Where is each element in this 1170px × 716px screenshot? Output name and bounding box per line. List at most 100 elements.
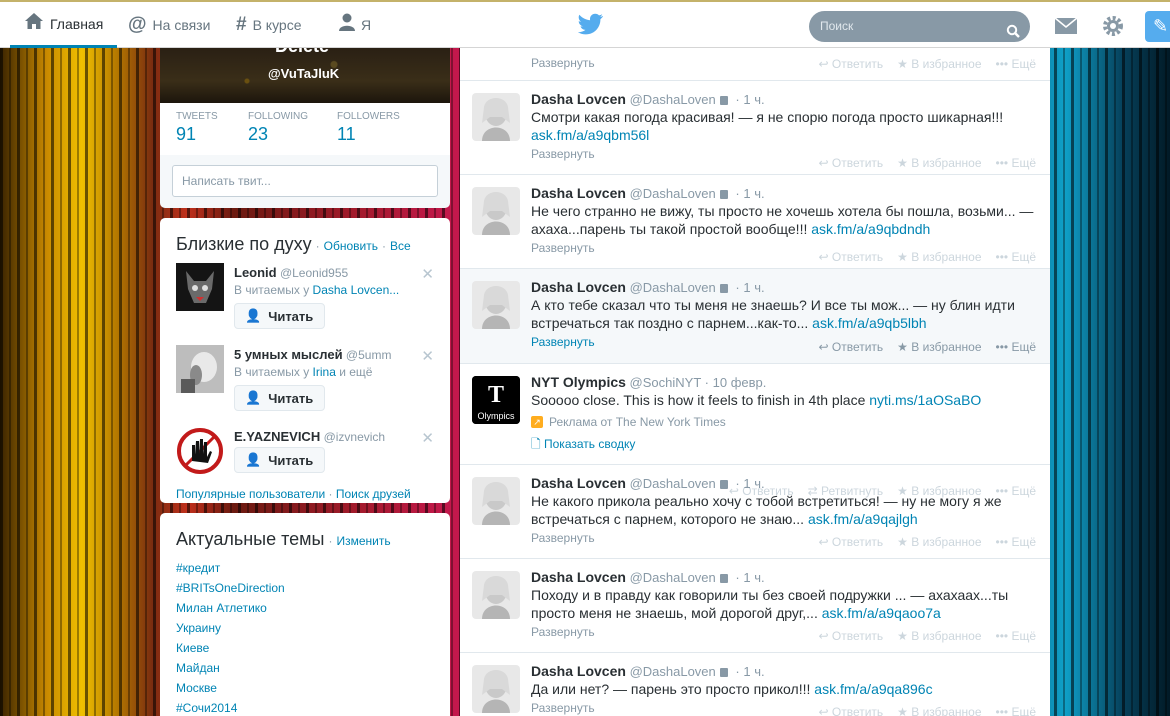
avatar[interactable]: [176, 427, 224, 475]
tweet-link[interactable]: ask.fm/a/a9qbdndh: [811, 221, 930, 237]
avatar[interactable]: T Olympics: [472, 376, 520, 424]
follow-button[interactable]: 👤 Читать: [234, 303, 325, 329]
follow-button[interactable]: 👤 Читать: [234, 385, 325, 411]
tweet-author-name[interactable]: Dasha Lovcen: [531, 185, 626, 201]
find-friends-link[interactable]: Поиск друзей: [336, 487, 411, 501]
tweet-link[interactable]: ask.fm/a/a9qa896c: [814, 681, 932, 697]
tweet-screen-name[interactable]: @DashaLoven: [630, 92, 716, 107]
avatar[interactable]: [472, 477, 520, 525]
avatar[interactable]: [472, 93, 520, 141]
more-action[interactable]: ••• Ещё: [996, 156, 1037, 170]
trend-item[interactable]: Украину: [176, 618, 434, 638]
avatar[interactable]: [472, 665, 520, 713]
favorite-action[interactable]: ★ В избранное: [897, 156, 981, 170]
tweet-timestamp[interactable]: 1 ч.: [743, 92, 764, 107]
view-summary-link[interactable]: 🗋 Показать сводку: [531, 435, 1036, 456]
tweet-link[interactable]: ask.fm/a/a9qajlgh: [808, 511, 918, 527]
suggestion-name[interactable]: E.YAZNEVICH: [234, 429, 320, 444]
stat-tweets[interactable]: TWEETS 91: [176, 111, 248, 155]
profile-handle[interactable]: @VuTaJluK: [268, 66, 339, 81]
search-icon[interactable]: [1006, 19, 1020, 38]
reply-action[interactable]: ↩ Ответить: [818, 629, 883, 643]
reply-action[interactable]: ↩ Ответить: [818, 57, 883, 71]
more-action[interactable]: ••• Ещё: [996, 535, 1037, 549]
tweet-item[interactable]: Dasha Lovcen @DashaLoven · 1 ч. А кто те…: [460, 269, 1050, 364]
tweet-item[interactable]: Dasha Lovcen @DashaLoven · 1 ч. Да или н…: [460, 653, 1050, 716]
promoted-tweet-item[interactable]: T Olympics NYT Olympics @SochiNYT · 10 фе…: [460, 364, 1050, 498]
compose-tweet-button[interactable]: ✎: [1145, 11, 1170, 42]
tweet-screen-name[interactable]: @DashaLoven: [630, 186, 716, 201]
twitter-bird-icon[interactable]: [577, 13, 604, 35]
more-action[interactable]: ••• Ещё: [996, 629, 1037, 643]
tweet-author-name[interactable]: Dasha Lovcen: [531, 663, 626, 679]
trend-item[interactable]: #BRITsOneDirection: [176, 578, 434, 598]
stat-following[interactable]: FOLLOWING 23: [248, 111, 337, 155]
tweet-item[interactable]: Dasha Lovcen @DashaLoven · 1 ч. Походу и…: [460, 559, 1050, 653]
follow-button[interactable]: 👤 Читать: [234, 447, 325, 473]
refresh-link[interactable]: Обновить: [324, 239, 378, 253]
tweet-screen-name[interactable]: @SochiNYT: [630, 375, 701, 390]
tweet-item[interactable]: Развернуть ↩ Ответить ★ В избранное ••• …: [460, 48, 1050, 81]
trend-item[interactable]: Майдан: [176, 658, 434, 678]
nav-home[interactable]: Главная: [10, 2, 118, 48]
tweet-link[interactable]: ask.fm/a/a9qb5lbh: [812, 315, 926, 331]
more-action[interactable]: ••• Ещё: [996, 57, 1037, 71]
avatar[interactable]: [472, 281, 520, 329]
tweet-item[interactable]: Dasha Lovcen @DashaLoven · 1 ч. Не чего …: [460, 175, 1050, 269]
more-action[interactable]: ••• Ещё: [996, 705, 1037, 716]
tweet-screen-name[interactable]: @DashaLoven: [630, 570, 716, 585]
tweet-author-name[interactable]: Dasha Lovcen: [531, 91, 626, 107]
favorite-action[interactable]: ★ В избранное: [897, 705, 981, 716]
suggestion-name[interactable]: Leonid: [234, 265, 277, 280]
more-action[interactable]: ••• Ещё: [996, 340, 1037, 354]
trend-item[interactable]: Киеве: [176, 638, 434, 658]
trend-item[interactable]: Милан Атлетико: [176, 598, 434, 618]
reply-action[interactable]: ↩ Ответить: [818, 340, 883, 354]
tweet-link[interactable]: ask.fm/a/a9qbm56l: [531, 127, 649, 143]
compose-tweet-input[interactable]: Написать твит...: [172, 165, 438, 197]
tweet-timestamp[interactable]: 10 февр.: [713, 375, 767, 390]
popular-users-link[interactable]: Популярные пользователи: [176, 487, 325, 501]
tweet-screen-name[interactable]: @DashaLoven: [630, 476, 716, 491]
tweet-link[interactable]: ask.fm/a/a9qaoo7a: [822, 605, 941, 621]
avatar[interactable]: [176, 345, 224, 393]
reply-action[interactable]: ↩ Ответить: [818, 535, 883, 549]
reply-action[interactable]: ↩ Ответить: [818, 250, 883, 264]
tweet-timestamp[interactable]: 1 ч.: [743, 280, 764, 295]
trend-item[interactable]: #Сочи2014: [176, 698, 434, 716]
tweet-author-name[interactable]: Dasha Lovcen: [531, 569, 626, 585]
messages-envelope-icon[interactable]: [1054, 14, 1078, 38]
dismiss-close-icon[interactable]: ✕: [421, 347, 434, 365]
avatar[interactable]: [176, 263, 224, 311]
suggestion-context-link[interactable]: Dasha Lovcen...: [313, 283, 400, 297]
profile-name[interactable]: Delete: [275, 48, 329, 57]
nav-discover[interactable]: # В курсе: [236, 2, 302, 48]
trend-item[interactable]: #кредит: [176, 558, 434, 578]
tweet-timestamp[interactable]: 1 ч.: [743, 186, 764, 201]
favorite-action[interactable]: ★ В избранное: [897, 629, 981, 643]
nav-connect[interactable]: @ На связи: [128, 2, 210, 48]
more-action[interactable]: ••• Ещё: [996, 250, 1037, 264]
trend-item[interactable]: Москве: [176, 678, 434, 698]
nav-me[interactable]: Я: [339, 2, 371, 48]
avatar[interactable]: [472, 571, 520, 619]
avatar[interactable]: [472, 187, 520, 235]
settings-gear-icon[interactable]: [1101, 14, 1125, 38]
suggestion-screen-name[interactable]: @5umm: [346, 348, 392, 362]
suggestion-name[interactable]: 5 умных мыслей: [234, 347, 343, 362]
favorite-action[interactable]: ★ В избранное: [897, 250, 981, 264]
tweet-item[interactable]: Dasha Lovcen @DashaLoven · 1 ч. Смотри к…: [460, 81, 1050, 175]
tweet-author-name[interactable]: Dasha Lovcen: [531, 279, 626, 295]
tweet-screen-name[interactable]: @DashaLoven: [630, 280, 716, 295]
dismiss-close-icon[interactable]: ✕: [421, 265, 434, 283]
change-trends-link[interactable]: Изменить: [336, 534, 390, 548]
reply-action[interactable]: ↩ Ответить: [818, 156, 883, 170]
tweet-author-name[interactable]: NYT Olympics: [531, 374, 626, 390]
tweet-screen-name[interactable]: @DashaLoven: [630, 664, 716, 679]
tweet-timestamp[interactable]: 1 ч.: [743, 476, 764, 491]
tweet-timestamp[interactable]: 1 ч.: [743, 570, 764, 585]
search-input[interactable]: Поиск: [809, 11, 1030, 42]
suggestion-screen-name[interactable]: @izvnevich: [324, 430, 386, 444]
dismiss-close-icon[interactable]: ✕: [421, 429, 434, 447]
favorite-action[interactable]: ★ В избранное: [897, 57, 981, 71]
